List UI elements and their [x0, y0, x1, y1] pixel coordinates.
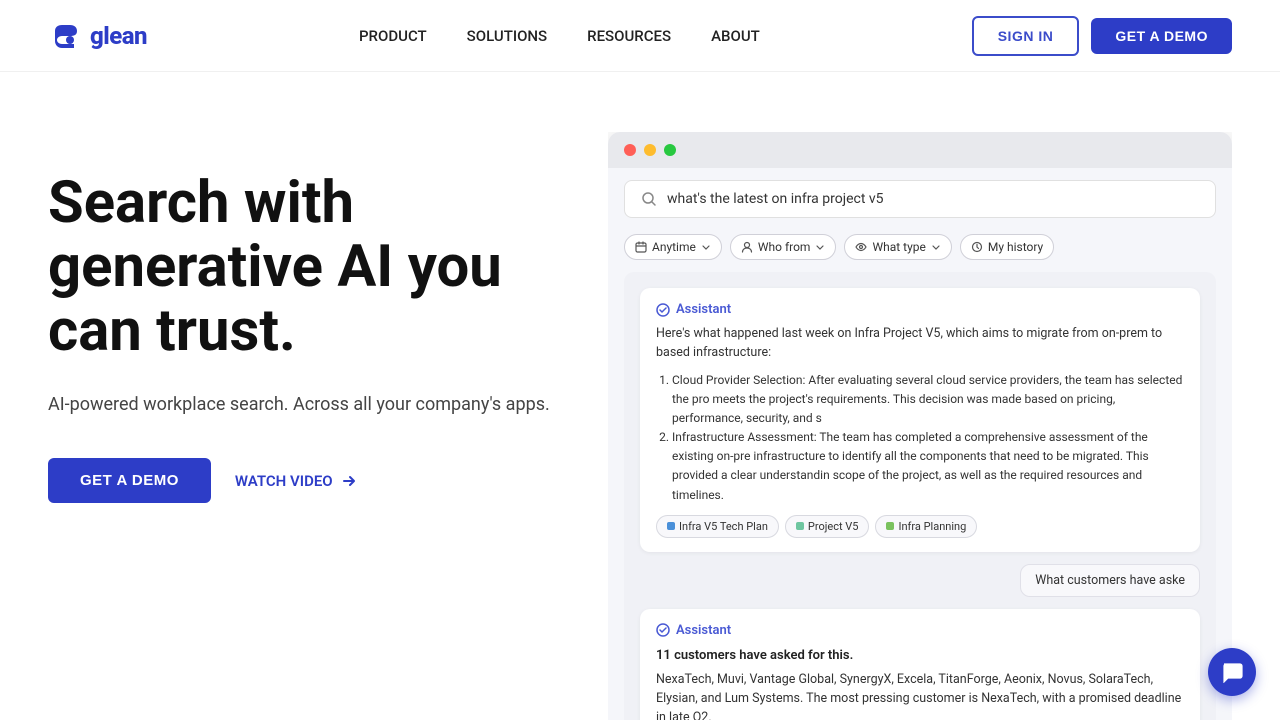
nav-links: PRODUCT SOLUTIONS RESOURCES ABOUT: [359, 26, 760, 45]
second-reply-count: 11 customers have asked for this.: [656, 646, 1184, 666]
main-content: Search with generative AI you can trust.…: [0, 72, 1280, 720]
assistant-label-1: Assistant: [656, 302, 1184, 317]
cta-buttons: GET A DEMO WATCH VIDEO: [48, 458, 568, 503]
assistant-name-2: Assistant: [676, 623, 731, 638]
list-item-2: Infrastructure Assessment: The team has …: [672, 428, 1184, 505]
tag-dot-3: [886, 522, 894, 530]
filter-anytime-label: Anytime: [652, 240, 696, 254]
app-window: what's the latest on infra project v5 An…: [608, 132, 1232, 720]
hero-panel: Search with generative AI you can trust.…: [48, 132, 568, 503]
nav-product[interactable]: PRODUCT: [359, 27, 427, 45]
chat-area: Assistant Here's what happened last week…: [624, 272, 1216, 720]
assistant-icon-1: [656, 303, 670, 317]
glean-logo-icon: [48, 18, 84, 54]
hero-subtitle: AI-powered workplace search. Across all …: [48, 391, 568, 418]
user-bubble: What customers have aske: [1020, 564, 1200, 597]
nav-actions: SIGN IN GET A DEMO: [972, 16, 1232, 56]
first-reply-intro: Here's what happened last week on Infra …: [656, 325, 1184, 363]
chat-fab-icon: [1221, 661, 1243, 683]
search-query-text: what's the latest on infra project v5: [667, 191, 884, 207]
assistant-icon-2: [656, 623, 670, 637]
tag-infra-v5[interactable]: Infra V5 Tech Plan: [656, 515, 779, 538]
nav-solutions[interactable]: SOLUTIONS: [467, 27, 547, 45]
calendar-icon: [635, 241, 647, 253]
tag-label-2: Project V5: [808, 520, 859, 533]
assistant-bubble-1: Assistant Here's what happened last week…: [640, 288, 1200, 552]
clock-icon: [971, 241, 983, 253]
watch-video-label: WATCH VIDEO: [235, 472, 333, 490]
assistant-bubble-2: Assistant 11 customers have asked for th…: [640, 609, 1200, 720]
tag-label-1: Infra V5 Tech Plan: [679, 520, 768, 533]
signin-button[interactable]: SIGN IN: [972, 16, 1080, 56]
tag-infra-planning[interactable]: Infra Planning: [875, 515, 977, 538]
person-icon: [741, 241, 753, 253]
chevron-down-icon2: [815, 242, 825, 252]
user-message-row: What customers have aske: [640, 564, 1200, 597]
second-reply-detail: NexaTech, Muvi, Vantage Global, SynergyX…: [656, 671, 1184, 720]
filter-history-label: My history: [988, 240, 1043, 254]
navbar: glean PRODUCT SOLUTIONS RESOURCES ABOUT …: [0, 0, 1280, 72]
tag-project-v5[interactable]: Project V5: [785, 515, 870, 538]
tag-dot-2: [796, 522, 804, 530]
filter-anytime[interactable]: Anytime: [624, 234, 722, 260]
assistant-name-1: Assistant: [676, 302, 731, 317]
window-minimize-dot: [644, 144, 656, 156]
tag-dot-1: [667, 522, 675, 530]
search-bar[interactable]: what's the latest on infra project v5: [624, 180, 1216, 218]
filter-my-history[interactable]: My history: [960, 234, 1054, 260]
first-reply-list: Cloud Provider Selection: After evaluati…: [656, 371, 1184, 505]
list-item-1: Cloud Provider Selection: After evaluati…: [672, 371, 1184, 429]
window-close-dot: [624, 144, 636, 156]
watch-video-button[interactable]: WATCH VIDEO: [235, 472, 357, 490]
hero-title: Search with generative AI you can trust.: [48, 172, 568, 363]
chat-fab-button[interactable]: [1208, 648, 1256, 696]
window-titlebar: [608, 132, 1232, 168]
first-reply-tags: Infra V5 Tech Plan Project V5 Infra Plan…: [656, 515, 1184, 538]
assistant-label-2: Assistant: [656, 623, 1184, 638]
tag-label-3: Infra Planning: [898, 520, 966, 533]
window-maximize-dot: [664, 144, 676, 156]
nav-about[interactable]: ABOUT: [711, 27, 760, 45]
search-icon: [641, 191, 657, 207]
filter-whofrom-label: Who from: [758, 240, 811, 254]
chevron-down-icon: [701, 242, 711, 252]
filter-who-from[interactable]: Who from: [730, 234, 837, 260]
logo-text: glean: [90, 22, 147, 50]
get-demo-hero-button[interactable]: GET A DEMO: [48, 458, 211, 503]
nav-resources[interactable]: RESOURCES: [587, 27, 671, 45]
eye-icon: [855, 241, 867, 253]
logo[interactable]: glean: [48, 18, 147, 54]
arrow-right-icon: [341, 473, 357, 489]
filter-what-type[interactable]: What type: [844, 234, 951, 260]
filter-bar: Anytime Who from: [608, 230, 1232, 272]
app-preview-panel: what's the latest on infra project v5 An…: [608, 132, 1232, 720]
filter-whattype-label: What type: [872, 240, 925, 254]
chevron-down-icon3: [931, 242, 941, 252]
get-demo-nav-button[interactable]: GET A DEMO: [1091, 18, 1232, 54]
